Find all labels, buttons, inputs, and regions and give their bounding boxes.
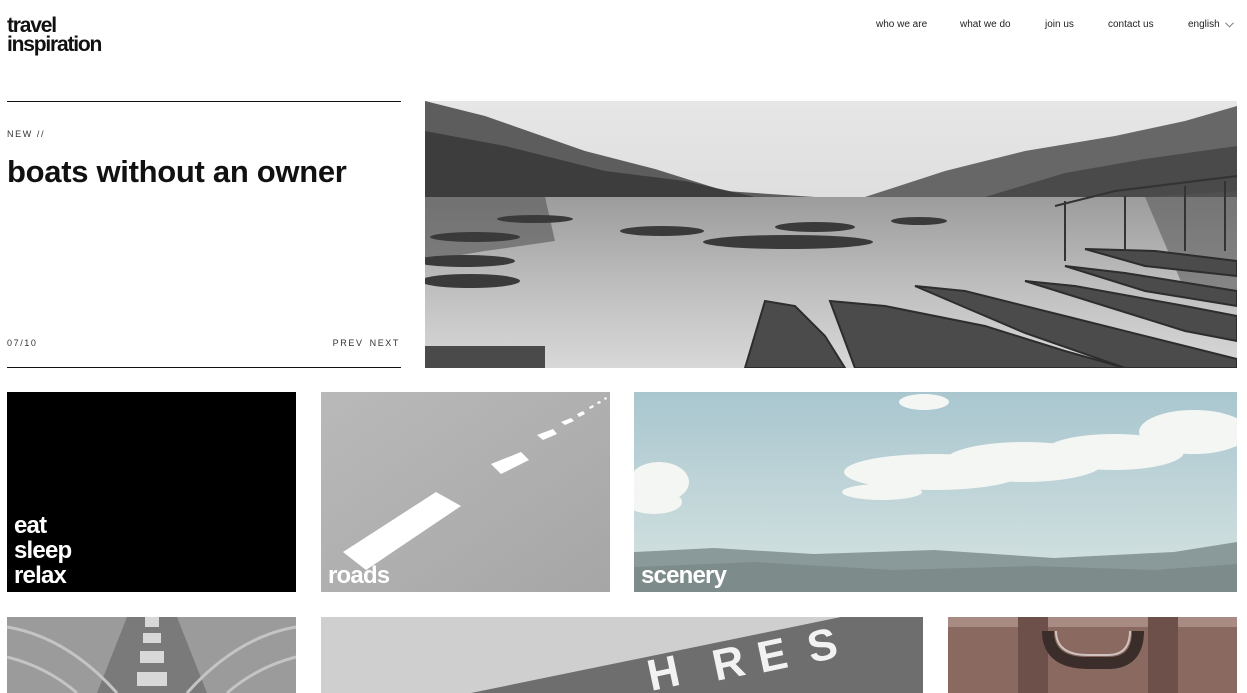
lake-boats-photo (425, 101, 1237, 368)
main-nav: who we are what we do join us contact us… (860, 19, 1240, 33)
language-selector[interactable]: english (1188, 19, 1234, 30)
nav-contact-us[interactable]: contact us (1108, 19, 1154, 30)
tile-row3-2[interactable]: H R E S (321, 617, 923, 693)
tile-roads[interactable]: roads (321, 392, 610, 592)
sign-photo: H R E S (321, 617, 923, 693)
nav-what-we-do[interactable]: what we do (960, 19, 1011, 30)
tunnel-photo (7, 617, 296, 693)
hero-kicker: NEW // (7, 129, 46, 139)
tile-roads-label: roads (328, 562, 390, 589)
hero-title[interactable]: boats without an owner (7, 154, 347, 190)
tile-scenery[interactable]: scenery (634, 392, 1237, 592)
nav-who-we-are[interactable]: who we are (876, 19, 927, 30)
suitcase-photo (948, 617, 1237, 693)
nav-join-us[interactable]: join us (1045, 19, 1074, 30)
tile-row3-3[interactable] (948, 617, 1237, 693)
next-button[interactable]: NEXT (370, 338, 400, 348)
tile-row3-1[interactable] (7, 617, 296, 693)
tile-scenery-label: scenery (641, 562, 727, 589)
chevron-down-icon (1224, 21, 1234, 28)
prev-button[interactable]: PREV (333, 338, 364, 348)
logo-line-2: inspiration (7, 33, 102, 56)
hero-image[interactable] (425, 101, 1237, 368)
language-label: english (1188, 19, 1220, 30)
slide-counter: 07/10 (7, 338, 38, 348)
hero-caption: NEW // boats without an owner 07/10 PREV… (7, 101, 401, 368)
slide-pager: PREV NEXT (333, 338, 400, 348)
tile-eat-sleep-relax-label: eat sleep relax (14, 512, 72, 589)
tile-eat-sleep-relax[interactable]: eat sleep relax (7, 392, 296, 592)
logo[interactable]: travel inspiration (7, 15, 102, 56)
